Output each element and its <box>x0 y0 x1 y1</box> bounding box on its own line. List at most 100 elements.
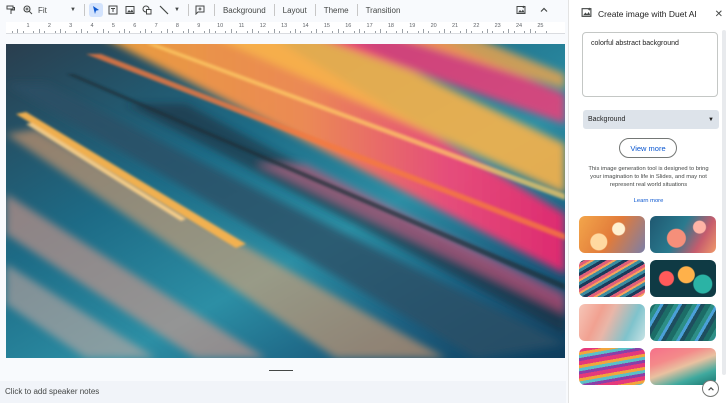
style-select[interactable]: Background ▼ <box>583 110 719 129</box>
ruler-tick <box>268 31 270 33</box>
ruler-tick <box>508 29 510 33</box>
ruler-tick <box>417 31 419 33</box>
ruler-tick <box>406 31 408 33</box>
toolbar: Fit ▼ ▼ Background Layout Theme Transiti… <box>0 0 568 20</box>
ruler-number: 13 <box>281 23 288 29</box>
line-icon[interactable] <box>157 3 171 17</box>
toolbar-divider <box>356 4 358 16</box>
ruler-number: 8 <box>175 23 179 29</box>
select-tool-icon[interactable] <box>89 3 103 17</box>
ruler-tick <box>257 31 259 33</box>
learn-more-link[interactable]: Learn more <box>585 198 712 204</box>
prompt-input[interactable]: colorful abstract background <box>582 32 718 97</box>
ruler-tick <box>358 29 360 33</box>
ruler-tick <box>278 31 280 33</box>
generated-image-thumbnail[interactable] <box>579 304 645 341</box>
generated-image-thumbnail[interactable] <box>650 348 716 385</box>
ruler-tick <box>236 31 238 33</box>
ruler-tick <box>321 31 323 33</box>
background-button[interactable]: Background <box>219 6 270 15</box>
toolbar-divider <box>273 4 275 16</box>
generated-image-thumbnail[interactable] <box>650 260 716 297</box>
zoom-icon[interactable] <box>21 3 35 17</box>
text-box-icon[interactable] <box>106 3 120 17</box>
ruler-tick <box>460 31 462 33</box>
ruler-tick <box>188 29 190 33</box>
panel-title: Create image with Duet AI <box>598 9 697 19</box>
ruler-tick <box>140 31 142 33</box>
ruler-number: 9 <box>197 23 201 29</box>
ruler-number: 7 <box>154 23 158 29</box>
image-generator-icon[interactable] <box>514 3 528 17</box>
image-icon[interactable] <box>123 3 137 17</box>
view-more-button[interactable]: View more <box>619 138 677 158</box>
transition-button[interactable]: Transition <box>362 6 405 15</box>
ruler-number: 11 <box>238 23 245 29</box>
ruler-tick <box>182 31 184 33</box>
theme-button[interactable]: Theme <box>320 6 353 15</box>
ruler-tick <box>385 31 387 33</box>
generated-image-thumbnail[interactable] <box>650 304 716 341</box>
slide-background-image <box>6 44 565 358</box>
toolbar-divider <box>84 4 85 16</box>
generated-image-thumbnail[interactable] <box>650 216 716 253</box>
chevron-down-icon: ▼ <box>708 116 714 123</box>
ruler-tick <box>471 31 472 33</box>
ruler-number: 3 <box>69 23 73 29</box>
ruler-number: 4 <box>90 23 94 29</box>
ruler-tick <box>44 31 45 33</box>
ruler-number: 19 <box>409 23 416 29</box>
ruler-tick <box>60 29 62 33</box>
layout-button[interactable]: Layout <box>279 6 311 15</box>
ruler-tick <box>342 31 344 33</box>
ruler-number: 1 <box>26 23 30 29</box>
zoom-select[interactable]: Fit ▼ <box>38 6 76 15</box>
ruler-tick <box>225 31 227 33</box>
style-select-value: Background <box>588 116 626 123</box>
zoom-value: Fit <box>38 5 47 15</box>
slide-canvas[interactable] <box>6 44 565 358</box>
ruler-tick <box>535 31 537 33</box>
generated-image-thumbnail[interactable] <box>579 260 645 297</box>
ruler-tick <box>166 29 168 33</box>
ruler-tick <box>33 31 35 33</box>
collapse-toolbar-icon[interactable] <box>537 3 551 17</box>
horizontal-ruler[interactable]: 1 2 3 4 5 6 7 8 9 10 11 12 13 14 15 16 17 18 19 20 21 22 23 24 2… <box>6 22 565 34</box>
ruler-tick <box>17 29 19 33</box>
ruler-tick <box>316 29 318 33</box>
ruler-number: 20 <box>430 23 437 29</box>
ruler-tick <box>289 31 291 33</box>
line-chevron-down-icon[interactable]: ▼ <box>174 7 180 13</box>
ruler-tick <box>294 29 296 33</box>
ruler-tick <box>273 29 275 33</box>
notes-resize-handle[interactable] <box>269 370 293 371</box>
toolbar-divider <box>314 4 316 16</box>
shape-icon[interactable] <box>140 3 154 17</box>
ruler-tick <box>364 31 366 33</box>
ruler-tick <box>481 31 483 33</box>
panel-header: Create image with Duet AI ✕ <box>581 7 723 21</box>
ruler-tick <box>108 31 110 33</box>
panel-scrollbar[interactable] <box>722 30 726 375</box>
speaker-notes[interactable]: Click to add speaker notes <box>0 381 566 403</box>
ruler-number: 5 <box>111 23 115 29</box>
paint-format-icon[interactable] <box>4 3 18 17</box>
scroll-to-top-button[interactable] <box>702 380 719 397</box>
ruler-tick <box>422 29 424 33</box>
ruler-tick <box>161 31 163 33</box>
generated-image-thumbnail[interactable] <box>579 216 645 253</box>
ruler-tick <box>209 29 211 33</box>
disclaimer-text: This image generation tool is designed t… <box>588 166 709 188</box>
ruler-tick <box>513 31 515 33</box>
ruler-number: 6 <box>133 23 137 29</box>
generated-image-thumbnail[interactable] <box>579 348 645 385</box>
ruler-number: 17 <box>366 23 373 29</box>
add-comment-icon[interactable] <box>193 3 207 17</box>
ruler-number: 18 <box>387 23 394 29</box>
ruler-number: 21 <box>451 23 459 29</box>
close-icon[interactable]: ✕ <box>715 9 723 20</box>
ruler-tick <box>145 29 147 33</box>
ruler-number: 10 <box>217 23 224 29</box>
ruler-number: 15 <box>323 23 330 29</box>
ruler-tick <box>438 31 440 33</box>
